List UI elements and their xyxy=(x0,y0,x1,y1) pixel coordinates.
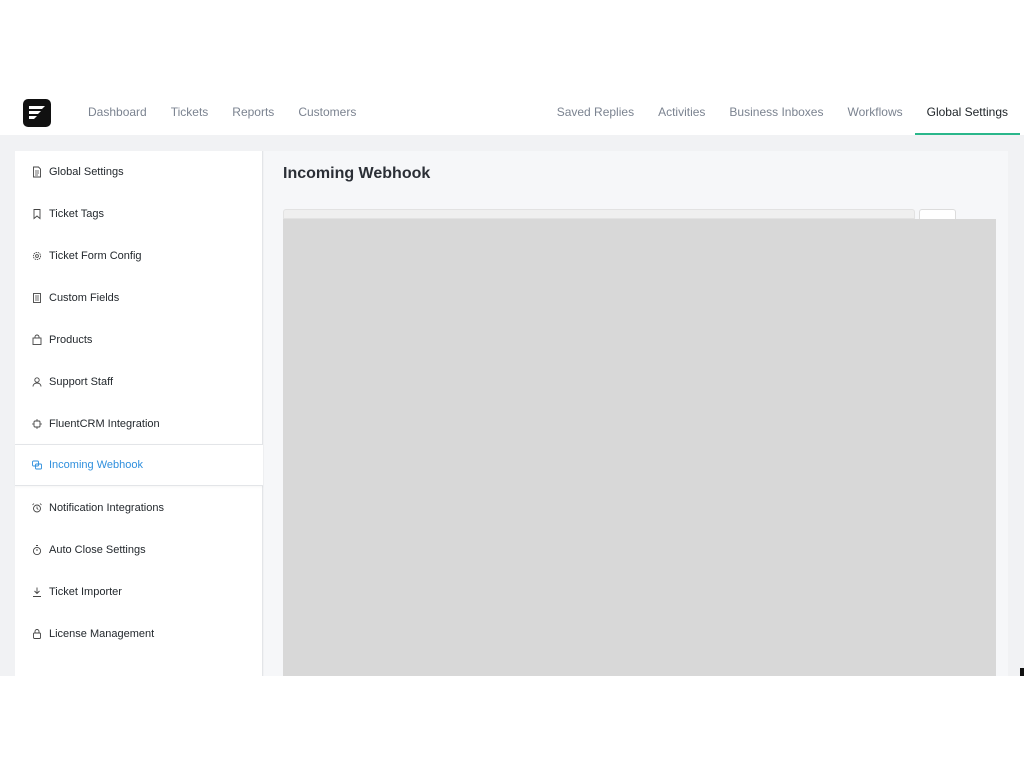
sidebar-item-label: Products xyxy=(49,334,93,346)
sidebar-item-label: Ticket Form Config xyxy=(49,250,142,262)
nav-activities[interactable]: Activities xyxy=(658,88,705,135)
sidebar-item-global-settings[interactable]: Global Settings xyxy=(15,151,263,193)
sidebar-item-label: Auto Close Settings xyxy=(49,544,146,556)
sidebar-item-label: Support Staff xyxy=(49,376,114,388)
bookmark-icon xyxy=(31,208,43,220)
sidebar-item-license-management[interactable]: License Management xyxy=(15,613,263,655)
gear-icon xyxy=(31,250,43,262)
webhook-icon xyxy=(31,459,43,471)
sidebar-item-ticket-tags[interactable]: Ticket Tags xyxy=(15,193,263,235)
top-navigation-bar: Dashboard Tickets Reports Customers Save… xyxy=(0,88,1024,135)
nav-customers[interactable]: Customers xyxy=(298,88,356,135)
sidebar-item-label: Notification Integrations xyxy=(49,502,164,514)
user-icon xyxy=(31,376,43,388)
sidebar-item-support-staff[interactable]: Support Staff xyxy=(15,361,263,403)
settings-sidebar: Global Settings Ticket Tags Ticket Form … xyxy=(15,151,263,676)
sidebar-item-ticket-importer[interactable]: Ticket Importer xyxy=(15,571,263,613)
loading-placeholder xyxy=(283,219,996,676)
sidebar-item-incoming-webhook[interactable]: Incoming Webhook xyxy=(15,444,263,486)
sidebar-item-label: Incoming Webhook xyxy=(49,459,143,471)
list-document-icon xyxy=(31,292,43,304)
nav-dashboard[interactable]: Dashboard xyxy=(88,88,147,135)
sidebar-item-custom-fields[interactable]: Custom Fields xyxy=(15,277,263,319)
shopping-bag-icon xyxy=(31,334,43,346)
copy-url-button[interactable] xyxy=(919,209,956,219)
lock-icon xyxy=(31,628,43,640)
primary-nav: Dashboard Tickets Reports Customers xyxy=(88,88,356,135)
sidebar-item-label: Custom Fields xyxy=(49,292,120,304)
nav-tickets[interactable]: Tickets xyxy=(171,88,209,135)
nav-workflows[interactable]: Workflows xyxy=(847,88,902,135)
sidebar-item-label: Ticket Importer xyxy=(49,586,122,598)
chip-icon xyxy=(31,418,43,430)
sidebar-item-label: Global Settings xyxy=(49,166,124,178)
nav-global-settings[interactable]: Global Settings xyxy=(914,88,1021,135)
sidebar-item-label: Ticket Tags xyxy=(49,208,105,220)
document-icon xyxy=(31,166,43,178)
corner-marker xyxy=(1020,668,1024,676)
app-logo-icon[interactable] xyxy=(23,99,51,127)
sidebar-item-products[interactable]: Products xyxy=(15,319,263,361)
nav-business-inboxes[interactable]: Business Inboxes xyxy=(729,88,823,135)
nav-reports[interactable]: Reports xyxy=(232,88,274,135)
secondary-nav: Saved Replies Activities Business Inboxe… xyxy=(557,88,1021,135)
alarm-icon xyxy=(31,502,43,514)
page-title: Incoming Webhook xyxy=(283,165,431,182)
webhook-url-field[interactable] xyxy=(283,209,915,219)
sidebar-item-notification-integrations[interactable]: Notification Integrations xyxy=(15,487,263,529)
nav-saved-replies[interactable]: Saved Replies xyxy=(557,88,634,135)
sidebar-item-ticket-form-config[interactable]: Ticket Form Config xyxy=(15,235,263,277)
stopwatch-icon xyxy=(31,544,43,556)
sidebar-item-label: License Management xyxy=(49,628,155,640)
sidebar-item-fluentcrm-integration[interactable]: FluentCRM Integration xyxy=(15,403,263,445)
download-icon xyxy=(31,586,43,598)
sidebar-item-auto-close-settings[interactable]: Auto Close Settings xyxy=(15,529,263,571)
sidebar-item-label: FluentCRM Integration xyxy=(49,418,160,430)
app-frame: Dashboard Tickets Reports Customers Save… xyxy=(0,88,1024,676)
settings-content-panel: Incoming Webhook xyxy=(264,151,1008,676)
